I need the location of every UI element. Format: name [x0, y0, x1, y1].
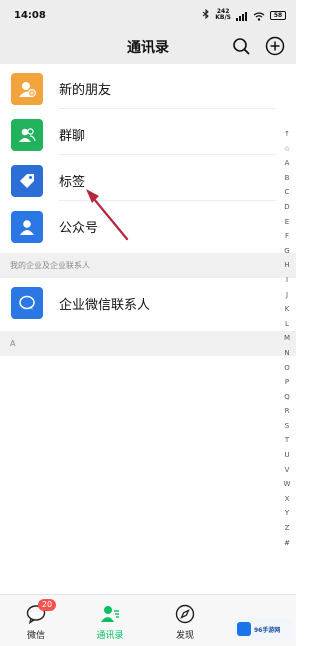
letter-section-header: A	[0, 331, 296, 356]
tag-icon	[11, 164, 43, 197]
contacts-icon	[99, 603, 121, 625]
battery-indicator: 58	[270, 10, 286, 20]
index-letter[interactable]: T	[285, 433, 289, 448]
new-friends-row[interactable]: 新的朋友	[0, 68, 296, 109]
index-letter[interactable]: W	[284, 477, 291, 492]
network-speed: 242 KB/S	[215, 9, 231, 21]
official-accounts-label: 公众号	[59, 221, 99, 236]
index-letter[interactable]: C	[285, 185, 290, 200]
index-letter[interactable]: V	[285, 463, 290, 478]
index-letter[interactable]: D	[284, 200, 289, 215]
title-bar: 通讯录	[0, 30, 296, 64]
site-watermark: 96手游网	[234, 618, 292, 640]
index-letter[interactable]: H	[284, 258, 289, 273]
index-letter[interactable]: E	[285, 215, 289, 230]
tags-row[interactable]: 标签	[0, 160, 296, 201]
watermark-text: 96手游网	[254, 626, 281, 634]
wifi-icon	[253, 6, 265, 25]
index-letter[interactable]: Z	[285, 521, 290, 536]
unread-badge: 20	[38, 599, 56, 611]
index-letter[interactable]: A	[285, 156, 290, 171]
chat-bubble-icon: 20	[25, 599, 56, 625]
index-letter[interactable]: U	[284, 448, 289, 463]
nav-contacts[interactable]: 通讯录	[80, 595, 140, 646]
index-letter[interactable]: I	[286, 273, 288, 288]
group-chats-label: 群聊	[59, 129, 86, 144]
nav-contacts-label: 通讯录	[96, 631, 124, 641]
site-logo-icon	[237, 622, 251, 636]
compass-icon	[174, 603, 196, 625]
nav-discover[interactable]: 发现	[155, 595, 215, 646]
status-bar: 14:08 242 KB/S 58	[0, 0, 296, 30]
index-letter[interactable]: ☆	[284, 142, 290, 157]
group-chat-icon	[11, 118, 43, 151]
index-letter[interactable]: N	[284, 346, 289, 361]
add-friend-icon	[11, 72, 43, 105]
bottom-nav: 20 微信 通讯录 发现 96手游网	[0, 594, 296, 646]
row-divider	[59, 200, 276, 201]
index-letter[interactable]: R	[285, 404, 290, 419]
index-letter[interactable]: #	[284, 536, 290, 551]
index-letter[interactable]: ↑	[284, 127, 290, 142]
signal-icon	[236, 6, 248, 25]
index-letter[interactable]: L	[285, 317, 289, 332]
add-button[interactable]	[264, 35, 286, 57]
row-divider	[59, 108, 276, 109]
search-button[interactable]	[230, 35, 252, 57]
index-letter[interactable]: S	[285, 419, 289, 434]
index-letter[interactable]: O	[284, 361, 290, 376]
tags-label: 标签	[59, 175, 86, 190]
index-letter[interactable]: P	[285, 375, 289, 390]
group-chats-row[interactable]: 群聊	[0, 114, 296, 155]
alphabet-index[interactable]: ↑ ☆ A B C D E F G H I J K L M N O P Q R S T U V W X Y Z #	[281, 127, 293, 550]
index-letter[interactable]: Y	[285, 506, 289, 521]
network-speed-unit: KB/S	[215, 14, 231, 21]
index-letter[interactable]: G	[284, 244, 289, 259]
official-accounts-row[interactable]: 公众号	[0, 206, 296, 247]
new-friends-label: 新的朋友	[59, 83, 112, 98]
nav-chats-label: 微信	[26, 631, 45, 641]
work-wechat-contacts-label: 企业微信联系人	[59, 297, 151, 313]
index-letter[interactable]: X	[285, 492, 290, 507]
plus-circle-icon	[265, 36, 285, 56]
contacts-list: 新的朋友 群聊 标签 公众号 我的企业及企业联系人 企业微信联系人 A	[0, 64, 296, 356]
index-letter[interactable]: Q	[284, 390, 290, 405]
status-time: 14:08	[14, 9, 46, 21]
status-icons: 242 KB/S 58	[202, 6, 286, 25]
index-letter[interactable]: F	[285, 229, 289, 244]
index-letter[interactable]: J	[286, 288, 288, 303]
search-icon	[233, 38, 250, 55]
work-wechat-contacts-row[interactable]: 企业微信联系人	[0, 281, 296, 325]
enterprise-section-header: 我的企业及企业联系人	[0, 253, 296, 278]
index-letter[interactable]: K	[285, 302, 290, 317]
official-account-icon	[11, 210, 43, 243]
row-divider	[59, 154, 276, 155]
nav-chats[interactable]: 20 微信	[6, 595, 66, 646]
work-wechat-icon	[11, 287, 43, 319]
index-letter[interactable]: B	[285, 171, 290, 186]
nav-discover-label: 发现	[175, 631, 194, 641]
index-letter[interactable]: M	[284, 331, 290, 346]
bluetooth-icon	[202, 8, 210, 22]
